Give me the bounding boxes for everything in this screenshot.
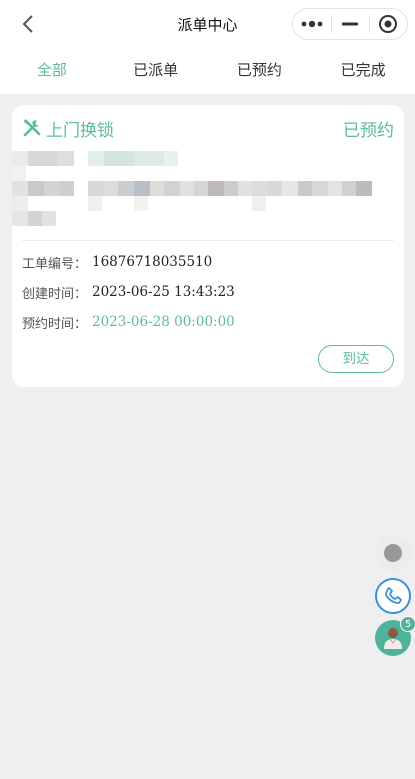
more-button[interactable] (293, 9, 331, 39)
minimize-button[interactable] (331, 9, 369, 39)
tab-completed[interactable]: 已完成 (311, 48, 415, 94)
card-divider (22, 240, 394, 241)
service-header: 上门换锁 已预约 (22, 115, 394, 141)
order-number: 16876718035510 (92, 254, 213, 270)
status-tabs: 全部 已派单 已预约 已完成 (0, 48, 415, 94)
customer-service-button[interactable]: 5 (375, 616, 415, 656)
service-name: 上门换锁 (46, 120, 114, 141)
record-button[interactable] (375, 535, 411, 571)
created-time-row: 创建时间： 2023-06-25 13:43:23 (22, 282, 235, 302)
more-dots-icon (301, 20, 323, 28)
unread-badge: 5 (400, 616, 415, 632)
order-card[interactable]: 上门换锁 已预约 工单编号： 16876718035510 创建时间： 2023… (12, 105, 404, 387)
tab-all[interactable]: 全部 (0, 48, 104, 94)
target-close-icon (379, 15, 398, 33)
close-button[interactable] (369, 9, 407, 39)
reserved-time-row: 预约时间： 2023-06-28 00:00:00 (22, 312, 235, 332)
minimize-icon (341, 22, 358, 26)
blurred-address-mosaic (12, 149, 404, 227)
tab-dispatched[interactable]: 已派单 (104, 48, 208, 94)
wrench-screwdriver-icon (23, 119, 41, 137)
phone-button[interactable] (375, 578, 411, 614)
record-dot-icon (384, 544, 402, 562)
arrive-button[interactable]: 到达 (318, 345, 394, 373)
reserved-time: 2023-06-28 00:00:00 (92, 314, 235, 330)
field-label: 工单编号： (22, 256, 88, 272)
top-nav-bar: 派单中心 (0, 0, 415, 48)
tab-reserved[interactable]: 已预约 (208, 48, 312, 94)
mini-program-capsule (292, 8, 408, 40)
field-label: 预约时间： (22, 316, 88, 332)
created-time: 2023-06-25 13:43:23 (92, 284, 235, 300)
order-status: 已预约 (343, 120, 394, 141)
order-number-row: 工单编号： 16876718035510 (22, 252, 212, 272)
phone-icon (385, 587, 402, 604)
field-label: 创建时间： (22, 286, 88, 302)
